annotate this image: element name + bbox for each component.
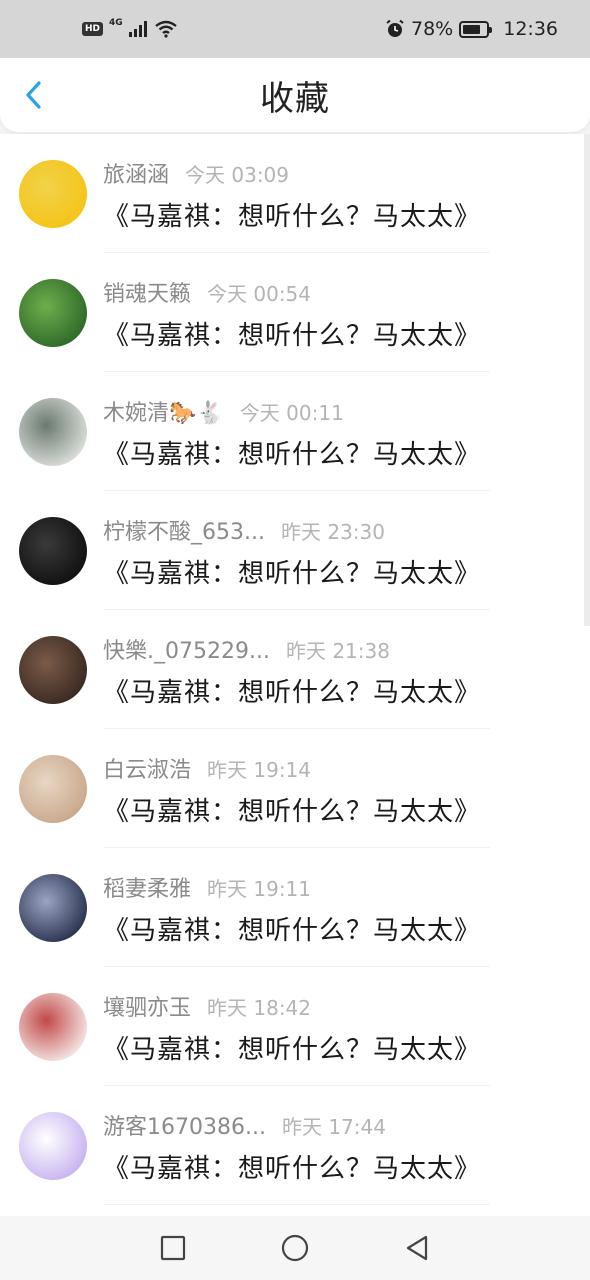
item-meta: 快樂._075229... 昨天 21:38 — [103, 633, 390, 665]
item-meta: 白云淑浩 昨天 19:14 — [103, 752, 312, 784]
battery-level — [463, 24, 481, 34]
user-name[interactable]: 稻妻柔雅 — [103, 871, 191, 903]
avatar[interactable] — [19, 874, 87, 942]
user-name[interactable]: 柠檬不酸_653... — [103, 514, 265, 546]
item-meta: 旅涵涵 今天 03:09 — [103, 157, 290, 189]
user-name[interactable]: 游客1670386... — [103, 1109, 266, 1141]
header: 收藏 — [0, 58, 590, 132]
list-item[interactable]: 旅涵涵 今天 03:09 《马嘉祺：想听什么？马太太》 — [0, 134, 590, 253]
timestamp: 今天 00:54 — [207, 281, 312, 306]
message-text[interactable]: 《马嘉祺：想听什么？马太太》 — [103, 553, 481, 590]
avatar[interactable] — [19, 279, 87, 347]
message-text[interactable]: 《马嘉祺：想听什么？马太太》 — [103, 1029, 481, 1066]
item-meta: 木婉清🐎🐇 今天 00:11 — [103, 395, 344, 427]
list-item[interactable]: 柠檬不酸_653... 昨天 23:30 《马嘉祺：想听什么？马太太》 — [0, 491, 590, 610]
square-icon — [160, 1235, 186, 1261]
back-button[interactable] — [18, 80, 48, 110]
user-name[interactable]: 快樂._075229... — [103, 633, 270, 665]
timestamp: 今天 00:11 — [239, 400, 344, 425]
message-text[interactable]: 《马嘉祺：想听什么？马太太》 — [103, 791, 481, 828]
system-nav-bar — [0, 1216, 590, 1280]
clock: 12:36 — [503, 18, 558, 40]
message-text[interactable]: 《马嘉祺：想听什么？马太太》 — [103, 672, 481, 709]
timestamp: 昨天 18:42 — [207, 995, 312, 1020]
avatar[interactable] — [19, 636, 87, 704]
avatar[interactable] — [19, 993, 87, 1061]
status-bar: HD 4G 78% 12:36 — [0, 0, 590, 58]
item-meta: 稻妻柔雅 昨天 19:11 — [103, 871, 312, 903]
message-text[interactable]: 《马嘉祺：想听什么？马太太》 — [103, 910, 481, 947]
user-name[interactable]: 销魂天籁 — [103, 276, 191, 308]
message-text[interactable]: 《马嘉祺：想听什么？马太太》 — [103, 434, 481, 471]
timestamp: 昨天 17:44 — [281, 1114, 386, 1139]
avatar[interactable] — [19, 160, 87, 228]
item-meta: 柠檬不酸_653... 昨天 23:30 — [103, 514, 385, 546]
list-item[interactable]: 稻妻柔雅 昨天 19:11 《马嘉祺：想听什么？马太太》 — [0, 848, 590, 967]
user-name[interactable]: 旅涵涵 — [103, 157, 169, 189]
item-meta: 销魂天籁 今天 00:54 — [103, 276, 312, 308]
list-item[interactable]: 销魂天籁 今天 00:54 《马嘉祺：想听什么？马太太》 — [0, 253, 590, 372]
list-item[interactable]: 快樂._075229... 昨天 21:38 《马嘉祺：想听什么？马太太》 — [0, 610, 590, 729]
alarm-clock-icon — [386, 19, 404, 37]
wifi-icon — [154, 20, 177, 38]
list-item[interactable]: 白云淑浩 昨天 19:14 《马嘉祺：想听什么？马太太》 — [0, 729, 590, 848]
status-left: HD 4G — [82, 18, 177, 38]
recent-apps-button[interactable] — [158, 1233, 188, 1263]
user-name[interactable]: 壤驷亦玉 — [103, 990, 191, 1022]
signal-icon — [128, 21, 147, 37]
avatar[interactable] — [19, 755, 87, 823]
avatar[interactable] — [19, 1112, 87, 1180]
timestamp: 昨天 19:14 — [207, 757, 312, 782]
avatar[interactable] — [19, 398, 87, 466]
home-button[interactable] — [280, 1233, 310, 1263]
message-text[interactable]: 《马嘉祺：想听什么？马太太》 — [103, 315, 481, 352]
page-title: 收藏 — [260, 78, 330, 119]
hd-badge: HD — [82, 22, 104, 36]
battery-percent: 78% — [411, 18, 454, 40]
timestamp: 今天 03:09 — [185, 162, 290, 187]
message-text[interactable]: 《马嘉祺：想听什么？马太太》 — [103, 1148, 481, 1185]
status-right: 78% 12:36 — [385, 18, 558, 40]
nav-back-button[interactable] — [402, 1233, 432, 1263]
chevron-left-icon — [26, 81, 41, 109]
battery-icon — [459, 20, 493, 38]
favorites-list[interactable]: 旅涵涵 今天 03:09 《马嘉祺：想听什么？马太太》 销魂天籁 今天 00:54 《马嘉… — [0, 134, 590, 1216]
user-name[interactable]: 白云淑浩 — [103, 752, 191, 784]
timestamp: 昨天 19:11 — [207, 876, 312, 901]
timestamp: 昨天 21:38 — [285, 638, 390, 663]
triangle-back-icon — [406, 1235, 428, 1261]
list-item[interactable]: 游客1670386... 昨天 17:44 《马嘉祺：想听什么？马太太》 — [0, 1086, 590, 1205]
list-item[interactable]: 木婉清🐎🐇 今天 00:11 《马嘉祺：想听什么？马太太》 — [0, 372, 590, 491]
user-name[interactable]: 木婉清🐎🐇 — [103, 395, 224, 427]
item-meta: 壤驷亦玉 昨天 18:42 — [103, 990, 312, 1022]
network-type: 4G — [109, 18, 123, 28]
timestamp: 昨天 23:30 — [280, 519, 385, 544]
divider — [103, 1204, 490, 1205]
circle-icon — [281, 1234, 309, 1262]
avatar[interactable] — [19, 517, 87, 585]
item-meta: 游客1670386... 昨天 17:44 — [103, 1109, 386, 1141]
message-text[interactable]: 《马嘉祺：想听什么？马太太》 — [103, 196, 481, 233]
list-item[interactable]: 壤驷亦玉 昨天 18:42 《马嘉祺：想听什么？马太太》 — [0, 967, 590, 1086]
